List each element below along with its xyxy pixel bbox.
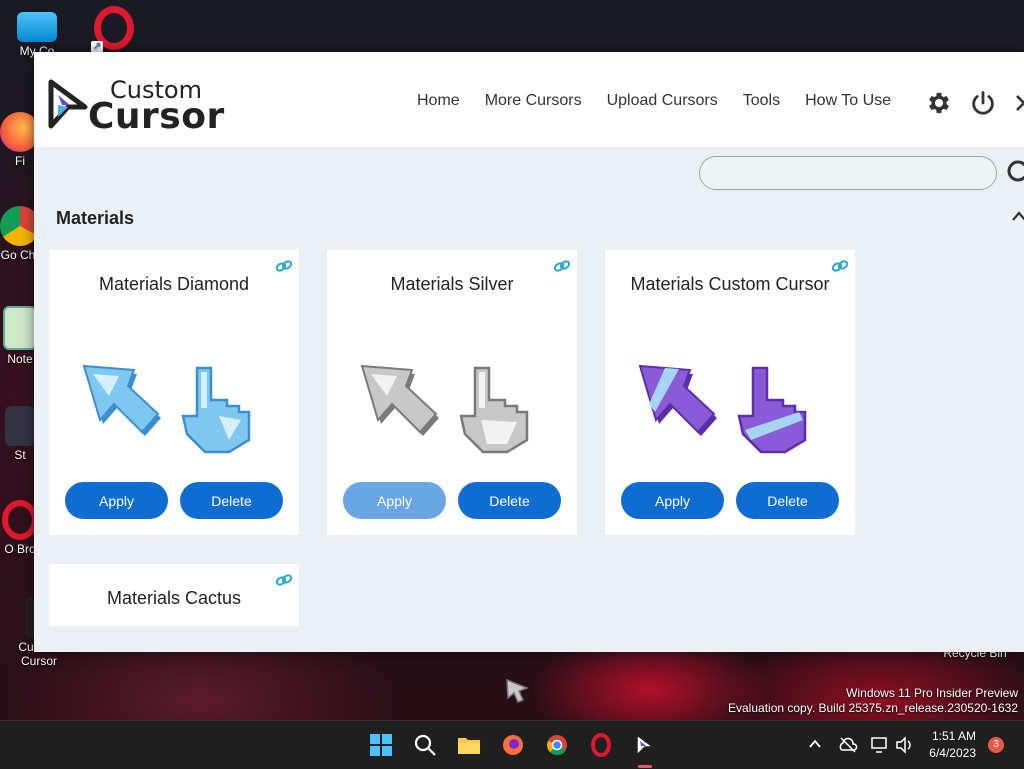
main-nav: Home More Cursors Upload Cursors Tools H… <box>417 92 916 110</box>
search-icon[interactable] <box>413 733 437 757</box>
windows-start-icon[interactable] <box>369 733 393 757</box>
cursor-preview <box>360 364 529 454</box>
custom-cursor-taskbar-icon[interactable] <box>633 733 657 757</box>
desktop-icon-label: St <box>14 448 26 462</box>
opera-icon <box>2 500 38 540</box>
clock-date[interactable]: 6/4/2023 <box>920 746 976 760</box>
windows-watermark-line1: Windows 11 Pro Insider Preview <box>846 686 1018 700</box>
search-icon[interactable] <box>1004 158 1024 188</box>
network-icon[interactable] <box>870 735 890 755</box>
close-icon[interactable] <box>1014 89 1024 117</box>
arrow-cursor-icon <box>638 364 717 436</box>
power-icon[interactable] <box>969 89 997 117</box>
windows-watermark-line2: Evaluation copy. Build 25375.zn_release.… <box>728 701 1018 715</box>
apply-button[interactable]: Apply <box>65 482 168 519</box>
gear-icon[interactable] <box>925 89 953 117</box>
logo-arrow-icon <box>48 79 88 129</box>
cursor-card-diamond: Materials Diamond Apply Delete <box>49 250 299 535</box>
cursor-card-cactus: Materials Cactus <box>49 564 299 626</box>
card-title: Materials Cactus <box>106 588 242 608</box>
delete-button[interactable]: Delete <box>458 482 561 519</box>
firefox-icon[interactable] <box>501 733 525 757</box>
volume-icon[interactable] <box>894 735 914 755</box>
cursor-card-silver: Materials Silver Apply Delete <box>327 250 577 535</box>
card-title: Materials Diamond <box>98 274 250 294</box>
logo-text-cursor: Cursor <box>88 96 225 137</box>
delete-button[interactable]: Delete <box>180 482 283 519</box>
apply-button[interactable]: Apply <box>343 482 446 519</box>
search-input[interactable] <box>699 156 997 190</box>
card-title: Materials Silver <box>390 274 514 294</box>
nav-upload-cursors[interactable]: Upload Cursors <box>607 92 718 110</box>
app-header: Custom Cursor Home More Cursors Upload C… <box>34 52 1024 147</box>
hand-cursor-icon <box>181 366 251 454</box>
opera-icon: ↗ <box>91 6 134 53</box>
arrow-cursor-icon <box>82 364 161 436</box>
link-icon[interactable] <box>553 258 571 274</box>
desktop-icon-opera-top[interactable]: ↗ <box>84 6 144 53</box>
file-explorer-icon[interactable] <box>457 733 481 757</box>
cursor-card-custom-cursor: Materials Custom Cursor Apply Delete <box>605 250 855 535</box>
notification-badge[interactable]: 3 <box>988 737 1004 753</box>
nav-home[interactable]: Home <box>417 92 460 110</box>
onedrive-icon[interactable] <box>838 735 858 755</box>
desktop-icon-label: Note <box>7 352 33 366</box>
chrome-icon[interactable] <box>545 733 569 757</box>
nav-more-cursors[interactable]: More Cursors <box>485 92 582 110</box>
opera-icon[interactable] <box>589 733 613 757</box>
desktop-icon-my-computer[interactable]: My Co <box>4 10 70 58</box>
hand-cursor-icon <box>737 366 807 454</box>
app-logo[interactable]: Custom Cursor <box>48 76 238 137</box>
app-icon <box>5 406 35 446</box>
nav-how-to-use[interactable]: How To Use <box>805 92 891 110</box>
mouse-pointer-icon <box>506 678 530 703</box>
hand-cursor-icon <box>459 366 529 454</box>
arrow-cursor-icon <box>360 364 439 436</box>
card-title: Materials Custom Cursor <box>630 274 830 294</box>
notepad-icon <box>3 306 37 350</box>
section-title: Materials <box>56 208 135 228</box>
link-icon[interactable] <box>275 258 293 274</box>
chevron-up-icon[interactable] <box>1012 210 1024 222</box>
cursor-preview <box>638 364 807 454</box>
delete-button[interactable]: Delete <box>736 482 839 519</box>
custom-cursor-app-window: Custom Cursor Home More Cursors Upload C… <box>34 52 1024 652</box>
desktop-icon-label: Fi <box>15 154 25 168</box>
monitor-icon <box>17 12 57 42</box>
link-icon[interactable] <box>831 258 849 274</box>
taskbar: 1:51 AM 6/4/2023 3 <box>0 720 1024 769</box>
chevron-up-icon[interactable] <box>808 737 822 751</box>
apply-button[interactable]: Apply <box>621 482 724 519</box>
clock-time[interactable]: 1:51 AM <box>920 729 976 743</box>
nav-tools[interactable]: Tools <box>743 92 780 110</box>
cursor-preview <box>82 364 251 454</box>
link-icon[interactable] <box>275 572 293 588</box>
